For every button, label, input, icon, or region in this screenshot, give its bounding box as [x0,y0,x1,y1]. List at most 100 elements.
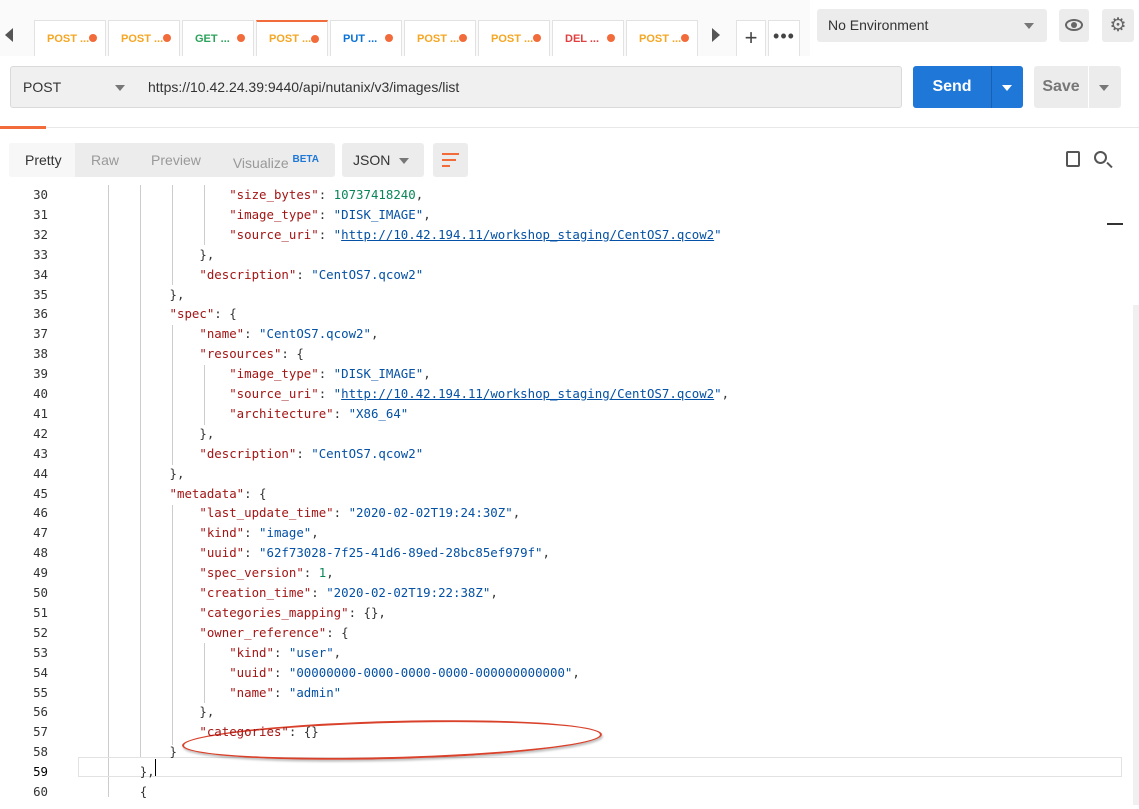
eye-icon [1065,19,1083,31]
json-punctuation: : [273,684,289,700]
request-method-select[interactable]: POST [10,66,138,108]
json-value: "DISK_IMAGE" [333,366,424,382]
code-line: 48 "uuid": "62f73028-7f25-41d6-89ed-28bc… [0,543,1139,563]
code-line: 58 } [0,742,1139,762]
request-tab[interactable]: POST ... [34,20,106,56]
code-text: "owner_reference": { [80,623,348,643]
json-url-link[interactable]: http://10.42.194.11/workshop_staging/Cen… [341,227,714,242]
view-tab-raw[interactable]: Raw [75,143,135,177]
code-text: "size_bytes": 10737418240, [80,185,423,205]
line-number: 32 [33,226,48,242]
search-icon[interactable] [1094,151,1107,164]
line-number: 30 [33,187,48,202]
more-tabs-button[interactable]: ••• [768,20,800,56]
line-number: 54 [33,664,48,680]
json-key: "resources" [199,346,282,362]
line-number: 47 [33,525,48,541]
new-tab-button[interactable]: + [736,20,766,56]
request-tab-bar: POST ... POST ... GET ... POST ... PUT ... PO… [0,0,810,56]
wrap-lines-icon [442,153,459,167]
code-text: "description": "CentOS7.qcow2" [80,444,423,464]
request-tab[interactable]: POST ... [256,20,328,56]
chevron-down-icon [1099,85,1109,91]
json-value: "DISK_IMAGE" [333,206,424,222]
settings-button[interactable]: ⚙ [1102,9,1134,42]
json-punctuation: : [244,545,260,561]
code-text: "source_uri": "http://10.42.194.11/works… [80,225,721,245]
json-punctuation: , [333,644,342,660]
code-line: 30 "size_bytes": 10737418240, [0,185,1139,205]
json-key: "source_uri" [229,226,319,242]
line-number: 42 [33,425,48,441]
json-punctuation: : [273,644,289,660]
scroll-tabs-right-icon[interactable] [712,28,720,42]
json-punctuation: : {}, [348,604,386,620]
request-url-input[interactable] [137,66,902,108]
json-value: "image" [259,525,312,541]
code-line: 60 { [0,782,1139,802]
request-tab[interactable]: GET ... [182,20,254,56]
request-tab-label: POST ... [121,32,164,45]
response-format-select[interactable]: JSON [342,143,424,177]
code-text: "source_uri": "http://10.42.194.11/works… [80,384,729,404]
line-number: 55 [33,684,48,700]
code-text: "name": "CentOS7.qcow2", [80,324,378,344]
line-number: 36 [33,306,48,322]
request-tab[interactable]: PUT ... [330,20,402,56]
line-number: 39 [33,366,48,382]
json-punctuation: }, [169,465,185,481]
json-key: "metadata" [169,485,245,501]
response-body-editor[interactable]: 30 "size_bytes": 10737418240, 31 "image_t… [0,185,1139,809]
request-tab[interactable]: POST ... [626,20,698,56]
code-line: 33 }, [0,245,1139,265]
request-tab[interactable]: POST ... [108,20,180,56]
json-value: 10737418240 [333,187,416,202]
line-number: 33 [33,246,48,262]
json-value: "X86_64" [348,405,409,421]
json-key: "categories" [199,724,289,740]
code-line: 57 "categories": {} [0,722,1139,742]
code-line: 44 }, [0,464,1139,484]
json-punctuation: , [490,585,498,600]
code-line: 49 "spec_version": 1, [0,563,1139,583]
request-tabs: POST ... POST ... GET ... POST ... PUT ... PO… [34,20,700,56]
json-punctuation: , [423,366,431,382]
line-number: 58 [33,744,48,760]
view-tab-preview[interactable]: Preview [135,143,217,177]
request-tab-label: DEL ... [565,32,600,45]
copy-icon[interactable] [1062,147,1080,167]
json-punctuation: { [139,784,148,799]
send-button[interactable]: Send [913,66,991,108]
code-line: 51 "categories_mapping": {}, [0,603,1139,623]
code-text: "resources": { [80,344,303,364]
view-tab-pretty[interactable]: Pretty [9,143,76,177]
save-button[interactable]: Save [1034,66,1088,108]
json-punctuation: }, [199,246,215,262]
code-line: 39 "image_type": "DISK_IMAGE", [0,364,1139,384]
code-line: 31 "image_type": "DISK_IMAGE", [0,205,1139,225]
json-value: "CentOS7.qcow2" [259,326,371,342]
json-key: "kind" [229,644,274,660]
scroll-tabs-left-icon[interactable] [5,28,13,42]
code-line: 36 "spec": { [0,304,1139,324]
request-tab[interactable]: POST ... [478,20,550,56]
code-text: "metadata": { [80,484,267,504]
code-line: 41 "architecture": "X86_64" [0,404,1139,424]
unsaved-changes-dot-icon [89,34,97,42]
wrap-lines-button[interactable] [433,143,468,177]
view-tab-visualize-label: Visualize [232,155,289,171]
save-options-button[interactable] [1089,66,1121,108]
code-text: "last_update_time": "2020-02-02T19:24:30… [80,503,520,523]
code-line: 32 "source_uri": "http://10.42.194.11/wo… [0,225,1139,245]
json-value: "2020-02-02T19:24:30Z" [348,505,513,521]
line-number: 49 [33,565,48,581]
environment-select[interactable]: No Environment [817,9,1047,42]
request-tab[interactable]: POST ... [404,20,476,56]
request-tab[interactable]: DEL ... [552,20,624,56]
view-tab-visualize[interactable]: Visualize BETA [217,143,335,177]
send-options-button[interactable] [991,66,1023,108]
json-value: "CentOS7.qcow2" [311,445,424,461]
environment-quick-look-button[interactable] [1059,9,1089,42]
line-number: 50 [33,585,48,600]
json-url-link[interactable]: http://10.42.194.11/workshop_staging/Cen… [341,386,714,401]
